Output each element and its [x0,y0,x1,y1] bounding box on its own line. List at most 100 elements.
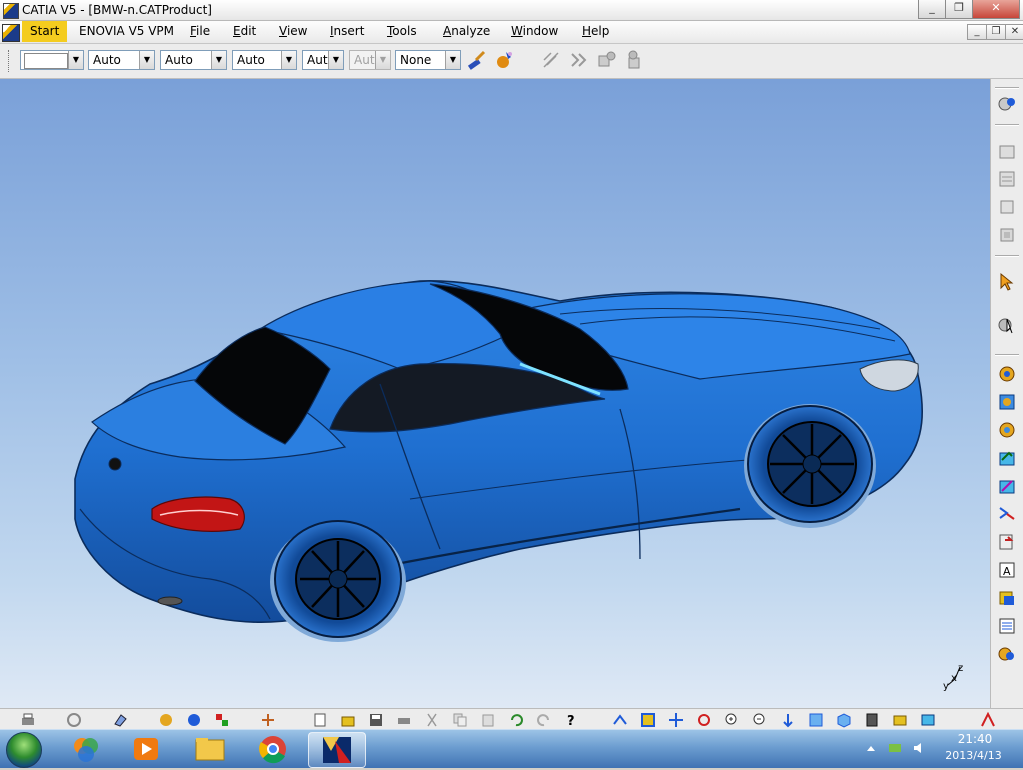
volume-icon[interactable] [912,741,926,755]
chevron-down-icon[interactable]: ▼ [68,51,83,69]
document-minimize-button[interactable]: _ [967,24,987,40]
taskbar-media-player[interactable] [118,732,174,766]
linetype-combo[interactable]: Auto ▼ [232,50,297,70]
catalog-browser-icon[interactable] [997,588,1017,608]
fix-constraint-icon[interactable] [997,364,1017,384]
chevron-down-icon[interactable]: ▼ [139,51,154,69]
menu-window[interactable]: Window [511,21,558,42]
minimize-button[interactable]: _ [918,0,946,19]
measure-icon[interactable] [186,712,202,728]
clock-time[interactable]: 21:40 [945,732,1005,746]
chevron-down-icon[interactable]: ▼ [445,51,460,69]
toolbar-grip[interactable] [8,50,12,72]
menu-edit[interactable]: Edit [233,21,256,42]
isometric-view-icon[interactable] [836,712,852,728]
new-product-icon[interactable] [997,169,1017,189]
menu-tools[interactable]: Tools [387,21,417,42]
svg-text:A: A [1003,565,1011,578]
menu-start[interactable]: Start [22,21,68,42]
quick-print-icon[interactable] [396,712,412,728]
menu-file[interactable]: File [190,21,210,42]
sketch-icon[interactable] [158,712,174,728]
annotation-text-icon[interactable]: A [997,560,1017,580]
new-component-icon[interactable] [997,141,1017,161]
save-icon[interactable] [368,712,384,728]
undo-icon[interactable] [508,712,524,728]
copy-icon[interactable] [452,712,468,728]
show-hidden-icons-icon[interactable] [865,743,877,755]
hide-show-icon[interactable] [892,712,908,728]
bill-of-material-icon[interactable] [997,616,1017,636]
menu-enovia[interactable]: ENOVIA V5 VPM [79,21,174,42]
paste-icon[interactable] [480,712,496,728]
coincidence-constraint-icon[interactable] [997,392,1017,412]
rotate-icon[interactable] [696,712,712,728]
front-wheel[interactable] [744,404,876,528]
new-file-icon[interactable] [312,712,328,728]
layer-combo[interactable]: None ▼ [395,50,461,70]
open-folder-icon[interactable] [340,712,356,728]
color-combo[interactable]: ▼ [20,50,84,70]
document-close-button[interactable]: ✕ [1005,24,1023,40]
3d-viewport[interactable]: z x y [0,79,990,708]
fly-mode-icon[interactable] [612,712,628,728]
scenes-icon[interactable] [997,644,1017,664]
shading-icon[interactable] [864,712,880,728]
sketcher-grid-icon[interactable] [541,50,561,70]
product-structure-icon[interactable] [997,94,1017,114]
zoom-out-icon[interactable] [752,712,768,728]
car-model[interactable]: z x y [0,79,990,708]
transparency-combo[interactable]: Auto ▼ [88,50,155,70]
new-part-icon[interactable] [997,197,1017,217]
print-icon[interactable] [20,712,36,728]
help-icon[interactable]: ? [564,712,580,728]
manipulation-icon[interactable] [997,315,1017,335]
zoom-in-icon[interactable] [724,712,740,728]
windows-start-button[interactable] [6,732,42,768]
explode-icon[interactable] [260,712,276,728]
undo-spec-icon[interactable] [66,712,82,728]
line-thickness-combo[interactable]: Auto ▼ [160,50,227,70]
eraser-icon[interactable] [112,712,128,728]
redo-icon[interactable] [536,712,552,728]
clash-icon[interactable] [214,712,230,728]
update-icon[interactable] [997,532,1017,552]
chevron-down-icon[interactable]: ▼ [211,51,226,69]
multi-view-icon[interactable] [808,712,824,728]
chevron-down-icon[interactable]: ▼ [281,51,296,69]
chevron-down-icon[interactable]: ▼ [328,51,343,69]
snap-icon[interactable] [569,50,589,70]
axis-compass[interactable]: z x y [943,663,963,692]
taskbar-chrome[interactable] [245,732,301,766]
existing-component-icon[interactable] [997,225,1017,245]
normal-view-icon[interactable] [780,712,796,728]
taskbar-app-gallery[interactable] [58,732,114,766]
snap-constraint-icon[interactable] [997,504,1017,524]
dimension-icon[interactable] [625,50,645,70]
painter-icon[interactable] [466,50,486,70]
point-symbol-combo[interactable]: Aut ▼ [302,50,344,70]
angle-constraint-icon[interactable] [997,476,1017,496]
document-restore-button[interactable]: ❐ [986,24,1006,40]
clock-date[interactable]: 2013/4/13 [936,749,1011,762]
nvidia-tray-icon[interactable] [888,741,902,755]
menu-view[interactable]: View [279,21,307,42]
format-painter-icon[interactable] [494,50,514,70]
close-button[interactable]: ✕ [972,0,1020,19]
title-bar[interactable]: CATIA V5 - [BMW-n.CATProduct] _ ❐ ✕ [0,0,1023,21]
select-arrow-icon[interactable] [997,272,1017,292]
catia-app-icon[interactable] [3,3,19,19]
constraint-icon[interactable] [597,50,617,70]
contact-constraint-icon[interactable] [997,420,1017,440]
restore-button[interactable]: ❐ [945,0,973,19]
taskbar-explorer[interactable] [182,732,238,766]
pan-icon[interactable] [668,712,684,728]
menu-help[interactable]: Help [582,21,609,42]
menu-analyze[interactable]: Analyze [443,21,490,42]
swap-visible-space-icon[interactable] [920,712,936,728]
offset-constraint-icon[interactable] [997,448,1017,468]
fit-all-icon[interactable] [640,712,656,728]
taskbar-catia[interactable] [308,732,366,768]
cut-icon[interactable] [424,712,440,728]
menu-insert[interactable]: Insert [330,21,364,42]
